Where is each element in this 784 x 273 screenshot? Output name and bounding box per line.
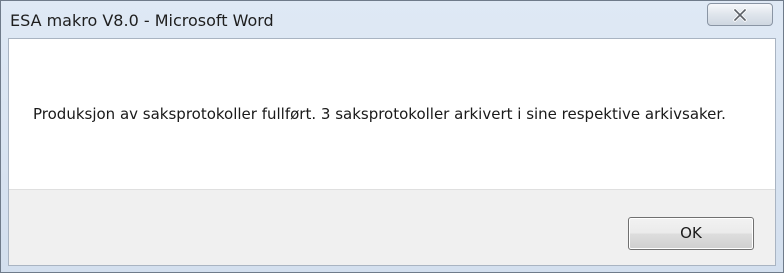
- message-area: Produksjon av saksprotokoller fullført. …: [9, 39, 775, 189]
- ok-button[interactable]: OK: [628, 217, 754, 250]
- title-bar[interactable]: ESA makro V8.0 - Microsoft Word: [1, 1, 783, 39]
- close-button[interactable]: [707, 3, 773, 26]
- dialog-window: ESA makro V8.0 - Microsoft Word Produksj…: [0, 0, 784, 273]
- button-bar: OK: [9, 189, 775, 265]
- message-text: Produksjon av saksprotokoller fullført. …: [33, 105, 726, 123]
- close-icon: [732, 8, 748, 22]
- dialog-body: Produksjon av saksprotokoller fullført. …: [8, 38, 776, 266]
- window-title: ESA makro V8.0 - Microsoft Word: [10, 11, 274, 30]
